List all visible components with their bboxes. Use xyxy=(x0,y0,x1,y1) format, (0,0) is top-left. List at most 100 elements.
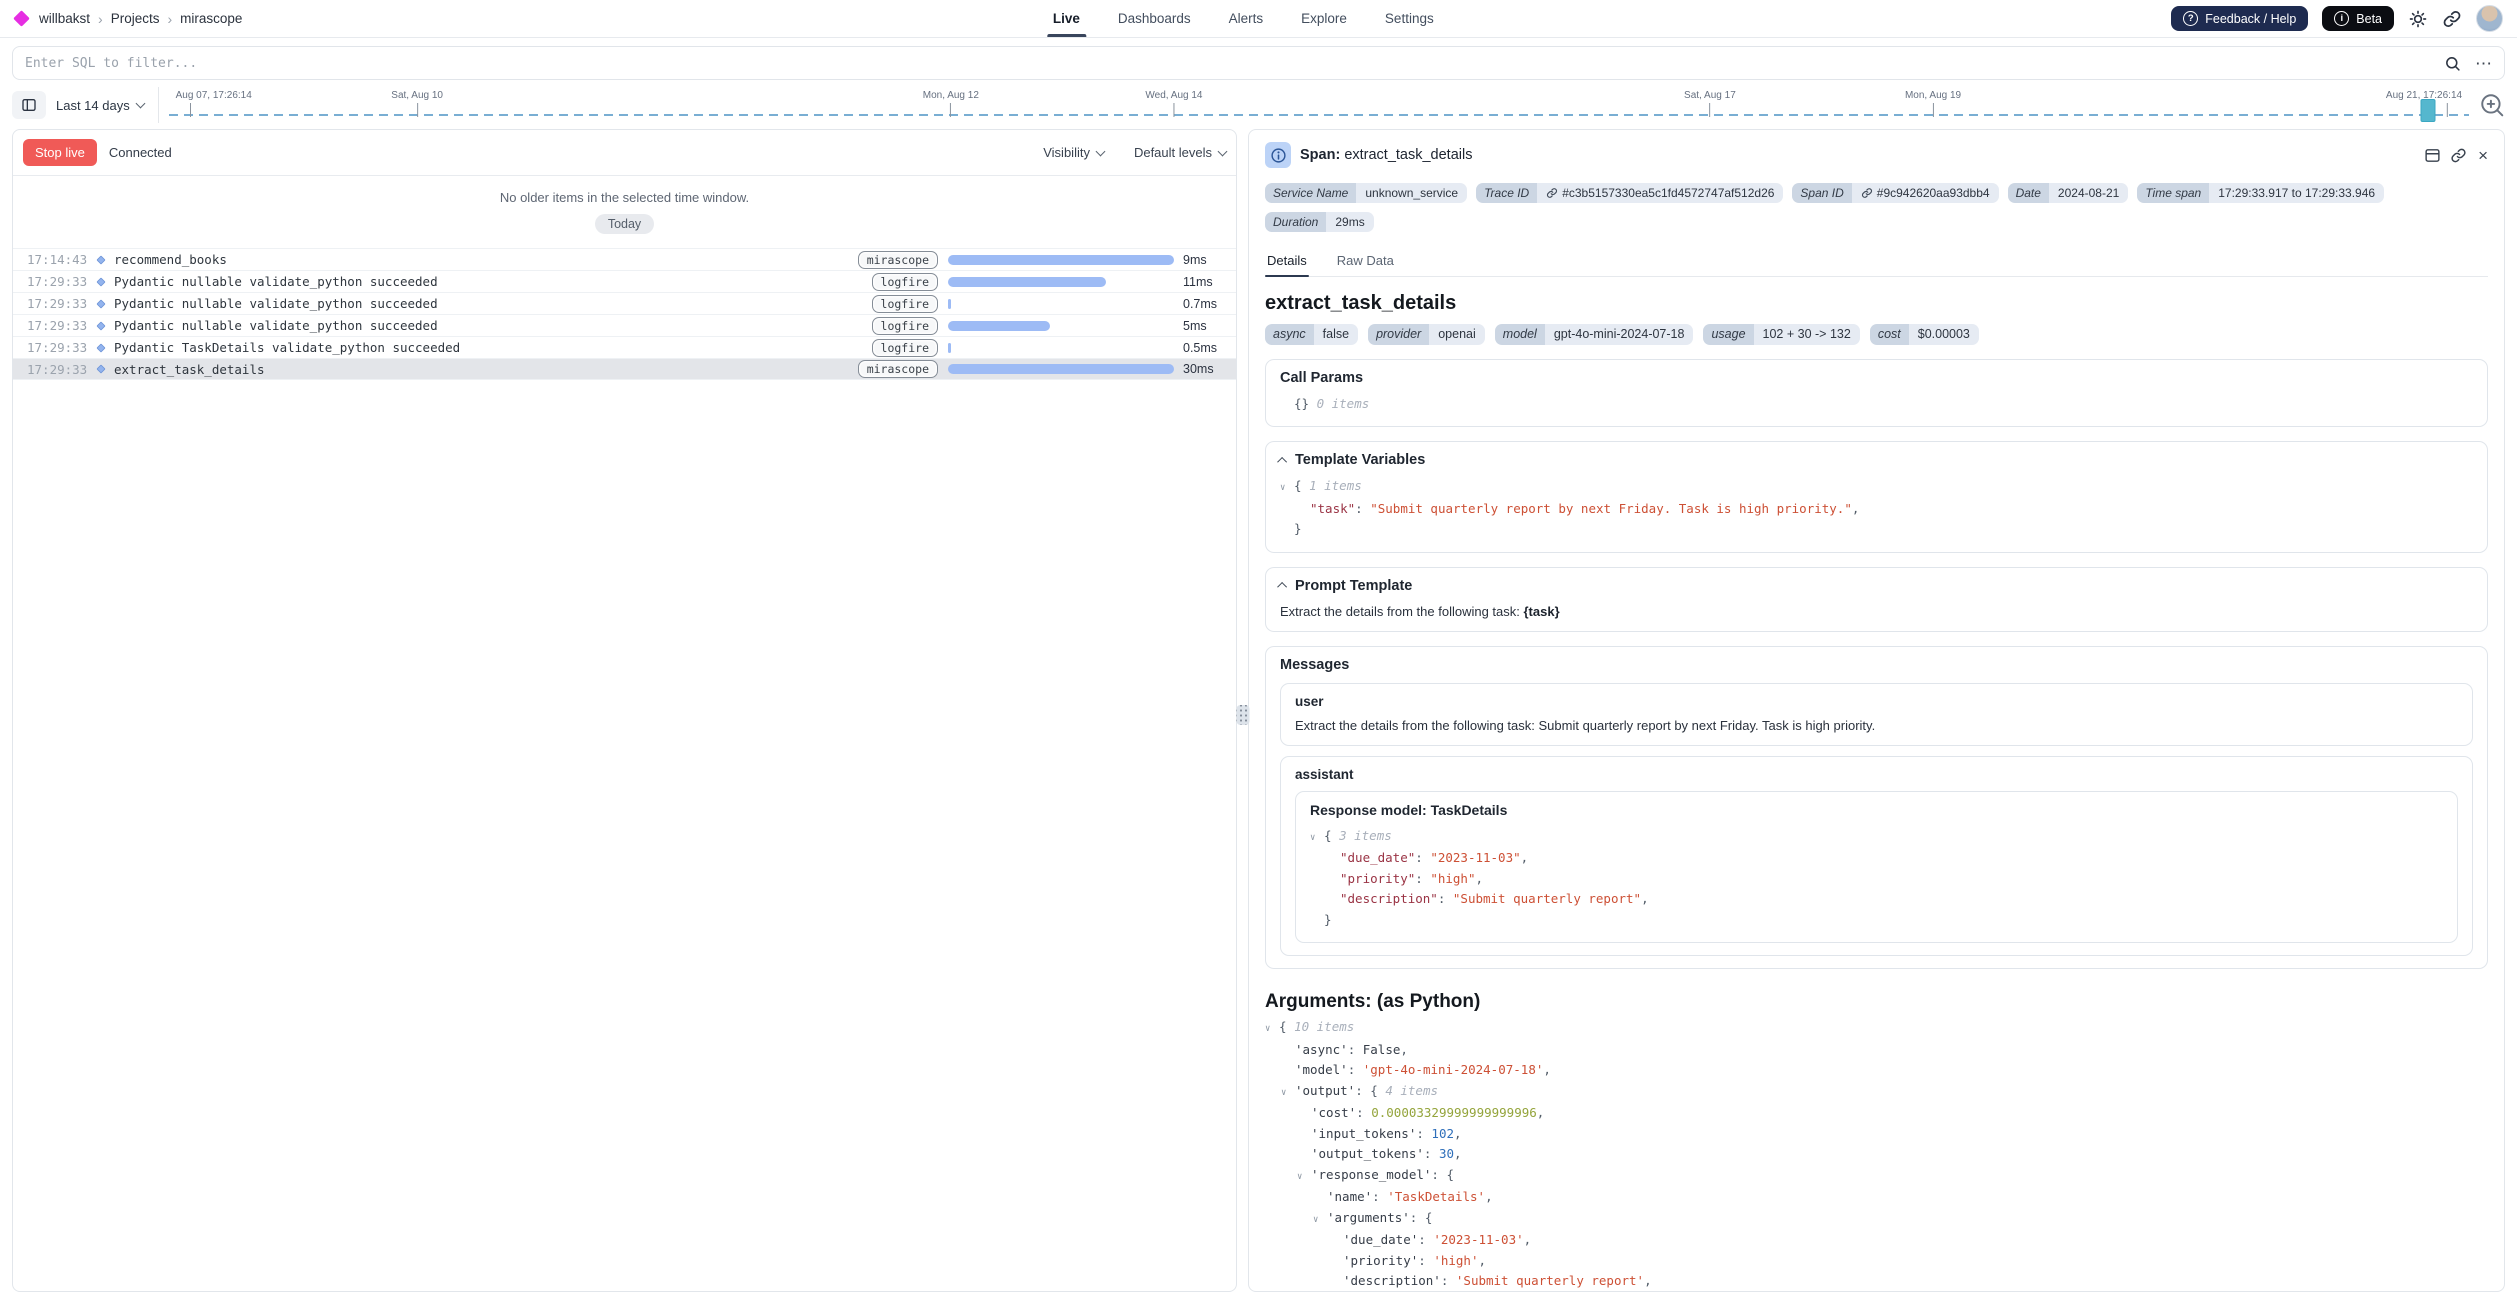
timeline-tick: Mon, Aug 12 xyxy=(923,90,979,117)
span-tab-raw-data[interactable]: Raw Data xyxy=(1335,247,1396,276)
prompt-template-header[interactable]: Prompt Template xyxy=(1280,578,2473,594)
span-row[interactable]: 17:29:33extract_task_detailsmirascope30m… xyxy=(13,358,1236,380)
user-avatar[interactable] xyxy=(2476,5,2503,32)
feedback-help-button[interactable]: ? Feedback / Help xyxy=(2171,6,2308,31)
span-row-time: 17:29:33 xyxy=(27,274,97,289)
panel-resize-gutter[interactable] xyxy=(1237,129,1248,1292)
attr-badge-label: async xyxy=(1265,324,1314,345)
code-token-pkey: 'output' xyxy=(1295,1083,1355,1098)
code-token-punc: , xyxy=(1852,501,1860,516)
span-row-time: 17:29:33 xyxy=(27,318,97,333)
code-token-punc: : xyxy=(1415,850,1430,865)
code-token-punc: { xyxy=(1294,478,1309,493)
dock-panel-icon[interactable] xyxy=(2424,147,2441,164)
meta-pill-value[interactable]: #9c942620aa93dbb4 xyxy=(1852,183,1999,203)
timeline-tick-mark xyxy=(950,103,951,117)
attr-badge-value: $0.00003 xyxy=(1909,324,1979,345)
code-line: ∨{ 3 items xyxy=(1324,826,2443,849)
code-token-pkey: 'name' xyxy=(1327,1189,1372,1204)
collapse-caret-icon[interactable]: ∨ xyxy=(1297,1167,1311,1188)
default-levels-dropdown[interactable]: Default levels xyxy=(1134,145,1226,160)
meta-pill-value: unknown_service xyxy=(1356,183,1467,203)
code-line: 'input_tokens': 102, xyxy=(1279,1124,2488,1145)
stop-live-button[interactable]: Stop live xyxy=(23,139,97,166)
span-details-header: Span: extract_task_details × xyxy=(1265,142,2488,168)
timeline-selection[interactable] xyxy=(2420,99,2435,122)
span-row[interactable]: 17:29:33Pydantic nullable validate_pytho… xyxy=(13,270,1236,292)
collapse-caret-icon[interactable]: ∨ xyxy=(1265,1019,1279,1040)
code-token-str: "high" xyxy=(1430,871,1475,886)
code-token-str: "Submit quarterly report by next Friday.… xyxy=(1370,501,1852,516)
share-link-icon[interactable] xyxy=(2442,9,2462,29)
breadcrumb-item-projects[interactable]: Projects xyxy=(111,11,160,26)
code-token-punc: : xyxy=(1348,1062,1363,1077)
meta-pill-span-id: Span ID#9c942620aa93dbb4 xyxy=(1792,183,1998,203)
collapse-caret-icon[interactable]: ∨ xyxy=(1281,1083,1295,1104)
attr-badge-model: modelgpt-4o-mini-2024-07-18 xyxy=(1495,324,1694,345)
code-token-pkey: 'response_model' xyxy=(1311,1167,1431,1182)
code-token-punc: : { xyxy=(1431,1167,1454,1182)
span-row[interactable]: 17:29:33 Pydantic nullable validate_pytho… xyxy=(13,314,1236,336)
time-range-dropdown[interactable]: Last 14 days xyxy=(56,98,148,113)
span-row[interactable]: 17:14:43recommend_booksmirascope9ms xyxy=(13,248,1236,270)
tab-alerts[interactable]: Alerts xyxy=(1229,0,1264,37)
meta-pill-value-text: unknown_service xyxy=(1365,187,1458,199)
meta-pill-value[interactable]: #c3b5157330ea5c1fd4572747af512d26 xyxy=(1537,183,1783,203)
visibility-dropdown[interactable]: Visibility xyxy=(1043,145,1104,160)
code-token-punc: } xyxy=(1294,521,1302,536)
tab-live[interactable]: Live xyxy=(1053,0,1080,37)
collapse-caret-icon[interactable]: ∨ xyxy=(1310,828,1324,849)
connection-status: Connected xyxy=(109,145,172,160)
zoom-in-icon[interactable] xyxy=(2479,92,2505,118)
meta-pill-date: Date2024-08-21 xyxy=(2008,183,2129,203)
nav-right: ? Feedback / Help i Beta xyxy=(2171,5,2503,32)
code-token-punc: , xyxy=(1644,1273,1652,1288)
breadcrumb-item-mirascope[interactable]: mirascope xyxy=(180,11,242,26)
beta-button[interactable]: i Beta xyxy=(2322,6,2394,31)
today-divider: Today xyxy=(595,214,654,234)
timeline-track[interactable]: Aug 07, 17:26:14Sat, Aug 10Mon, Aug 12We… xyxy=(169,87,2469,123)
close-icon[interactable]: × xyxy=(2478,147,2488,164)
span-row[interactable]: 17:29:33Pydantic nullable validate_pytho… xyxy=(13,292,1236,314)
span-tag-badge: logfire xyxy=(872,317,938,335)
search-icon[interactable] xyxy=(2444,55,2461,72)
sql-filter-input[interactable] xyxy=(12,46,2505,80)
code-token-items: 4 items xyxy=(1385,1083,1438,1098)
more-options-icon[interactable]: ⋯ xyxy=(2475,55,2493,72)
tab-settings[interactable]: Settings xyxy=(1385,0,1434,37)
span-row-name: Pydantic TaskDetails validate_python suc… xyxy=(114,340,460,355)
breadcrumb-separator: › xyxy=(98,11,103,27)
theme-toggle-icon[interactable] xyxy=(2408,9,2428,29)
sidebar-toggle-icon[interactable] xyxy=(12,91,46,119)
attr-badge-usage: usage102 + 30 -> 132 xyxy=(1703,324,1859,345)
user-message-text: Extract the details from the following t… xyxy=(1295,718,2458,733)
span-row[interactable]: 17:29:33Pydantic TaskDetails validate_py… xyxy=(13,336,1236,358)
span-duration-bar xyxy=(948,321,1050,331)
span-meta: Service Nameunknown_serviceTrace ID#c3b5… xyxy=(1265,183,2488,232)
code-line: ∨'arguments': { xyxy=(1279,1208,2488,1231)
span-row-name: Pydantic nullable validate_python succee… xyxy=(114,318,438,333)
collapse-icon[interactable] xyxy=(1277,456,1287,466)
span-tab-details[interactable]: Details xyxy=(1265,247,1309,276)
tab-explore[interactable]: Explore xyxy=(1301,0,1347,37)
copy-link-icon[interactable] xyxy=(2450,147,2467,164)
timeline-tick-label: Wed, Aug 14 xyxy=(1145,90,1202,101)
code-token-punc: : xyxy=(1418,1253,1433,1268)
code-line: } xyxy=(1294,519,2473,540)
code-token-punc: : xyxy=(1418,1232,1433,1247)
span-badges: asyncfalseprovideropenaimodelgpt-4o-mini… xyxy=(1265,324,2488,345)
code-token-str: "2023-11-03" xyxy=(1430,850,1520,865)
breadcrumb-item-willbakst[interactable]: willbakst xyxy=(39,11,90,26)
collapse-caret-icon[interactable]: ∨ xyxy=(1313,1210,1327,1231)
span-row-duration: 30ms xyxy=(1174,362,1226,376)
code-line: 'cost': 0.00003329999999999996, xyxy=(1279,1103,2488,1124)
panel-resize-handle[interactable] xyxy=(1236,705,1249,725)
collapse-icon[interactable] xyxy=(1277,582,1287,592)
collapse-caret-icon[interactable]: ∨ xyxy=(1280,478,1294,499)
attr-badge-label: usage xyxy=(1703,324,1753,345)
tab-dashboards[interactable]: Dashboards xyxy=(1118,0,1191,37)
code-line: 'description': 'Submit quarterly report'… xyxy=(1279,1271,2488,1292)
logfire-logo-icon[interactable] xyxy=(13,10,30,27)
template-variables-header[interactable]: Template Variables xyxy=(1280,452,2473,468)
code-token-items: 0 items xyxy=(1317,396,1370,411)
